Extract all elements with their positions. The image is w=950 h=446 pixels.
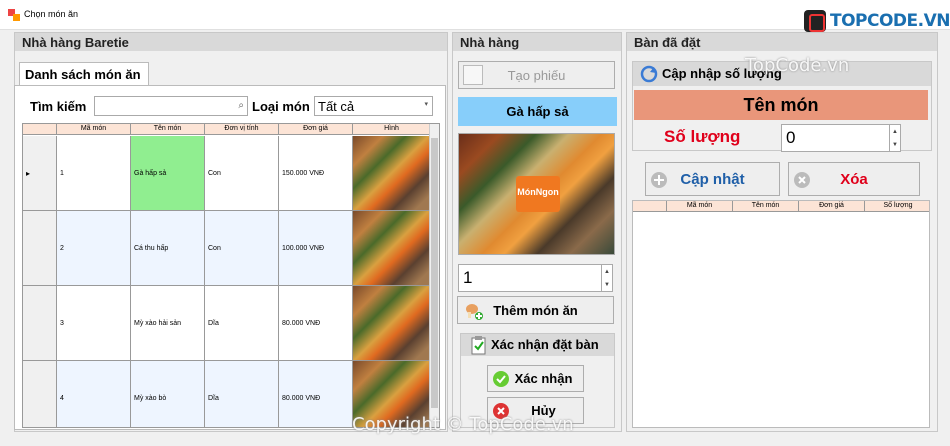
cell-unit: Con [205,211,279,285]
col-header-id: Mã món [57,124,131,134]
mon-ngon-logo: MónNgon [516,176,560,212]
watermark-top: TopCode.vn [745,55,850,76]
add-dish-button[interactable]: Thêm món ăn [457,296,614,324]
delete-label: Xóa [840,170,868,188]
panel-header: Bàn đã đặt [627,33,937,51]
category-label: Loại món [252,99,310,114]
col-header-id: Mã món [667,201,733,211]
table-row[interactable]: 2 Cá thu hấp Con 100.000 VNĐ [23,211,431,286]
confirm-label: Xác nhận [514,371,573,386]
category-value: Tất cả [318,99,355,114]
cell-name: Cá thu hấp [131,211,205,285]
scrollbar-thumb[interactable] [431,138,438,408]
row-selector [23,361,57,427]
booked-dishes-grid[interactable]: Mã món Tên món Đơn giá Số lượng [632,200,930,428]
selected-dish-bar: Gà hấp sả [458,97,617,126]
col-header-name: Tên món [733,201,799,211]
cell-price: 80.000 VNĐ [279,361,353,427]
create-ticket-button[interactable]: Tạo phiếu [458,61,615,89]
watermark-bottom: Copyright © TopCode.vn [352,414,574,435]
quantity-label: Số lượng [664,127,741,146]
cell-id: 4 [57,361,131,427]
vertical-scrollbar[interactable] [429,124,439,427]
chicken-plus-icon [463,301,483,324]
cell-price: 80.000 VNĐ [279,286,353,360]
cell-name: Mỳ xào bò [131,361,205,427]
add-dish-label: Thêm món ăn [493,302,578,318]
plus-circle-icon [650,171,668,193]
search-input[interactable]: ⌕ [94,96,248,116]
cell-name: Mỳ xào hải sản [131,286,205,360]
dish-image [353,136,431,210]
dish-grid[interactable]: Mã món Tên món Đơn vị tính Đơn giá Hình … [22,123,440,428]
col-header-price: Đơn giá [279,124,353,134]
col-header-quantity: Số lượng [883,202,913,209]
selected-dish-label: Gà hấp sả [506,104,569,119]
spin-down-icon[interactable]: ▼ [892,142,898,148]
dish-preview-image: MónNgon [458,133,615,255]
clipboard-check-icon [471,335,487,360]
dish-image [353,211,431,285]
cell-id: 1 [57,136,131,210]
cell-unit: Con [205,136,279,210]
grid-header: Mã món Tên món Đơn vị tính Đơn giá Hình [23,124,431,135]
spin-down-icon[interactable]: ▼ [604,282,610,288]
table-row[interactable]: 3 Mỳ xào hải sản Dĩa 80.000 VNĐ [23,286,431,361]
create-ticket-label: Tạo phiếu [507,67,566,83]
row-selector [23,211,57,285]
search-label: Tìm kiếm [30,99,87,114]
document-icon [463,65,483,85]
spin-buttons[interactable]: ▲ ▼ [889,125,900,151]
cell-price: 150.000 VNĐ [279,136,353,210]
chevron-down-icon: ▾ [424,101,428,108]
dish-image [353,286,431,360]
update-button[interactable]: Cập nhật [645,162,780,196]
confirm-button[interactable]: Xác nhận [487,365,584,392]
panel-header: Nhà hàng [453,33,621,51]
cell-id: 2 [57,211,131,285]
title-bar: Chọn món ăn TOPCODE.VN [0,0,950,32]
cell-name: Gà hấp sả [131,136,205,210]
grid-header: Mã món Tên món Đơn giá Số lượng [633,201,929,212]
col-header-price: Đơn giá [799,201,865,211]
cell-unit: Dĩa [205,286,279,360]
refresh-icon [640,65,658,88]
row-header-cell [23,124,57,134]
row-selector [23,286,57,360]
cell-id: 3 [57,286,131,360]
quantity-stepper[interactable]: 1 ▲ ▼ [458,264,613,292]
search-icon: ⌕ [238,100,244,111]
panel-header: Nhà hàng Baretie [15,33,447,51]
update-quantity-stepper[interactable]: 0 ▲ ▼ [781,124,901,152]
col-header-image: Hình [353,124,431,134]
row-header-cell [633,201,667,211]
delete-button[interactable]: Xóa [788,162,920,196]
topcode-logo: TOPCODE.VN [804,10,950,32]
category-select[interactable]: Tất cả ▾ [314,96,433,116]
spin-buttons[interactable]: ▲ ▼ [601,265,612,291]
cell-unit: Dĩa [205,361,279,427]
spin-up-icon[interactable]: ▲ [604,269,610,275]
col-header-unit: Đơn vị tính [205,124,279,134]
update-quantity-value: 0 [786,128,796,147]
spin-up-icon[interactable]: ▲ [892,129,898,135]
tab-dish-list[interactable]: Danh sách món ăn [19,62,149,86]
check-icon [492,370,510,391]
dish-name-header: Tên món [634,90,928,120]
table-row[interactable]: ▸ 1 Gà hấp sả Con 150.000 VNĐ [23,136,431,211]
cell-price: 100.000 VNĐ [279,211,353,285]
window-title: Chọn món ăn [24,9,79,19]
quantity-value: 1 [463,268,473,287]
close-circle-icon [793,171,811,193]
logo-text: TOPCODE.VN [830,11,950,31]
update-label: Cập nhật [680,170,745,188]
topcode-logo-icon [804,10,826,32]
row-selector-icon: ▸ [23,136,57,210]
col-header-name: Tên món [131,124,205,134]
app-icon [8,8,20,21]
